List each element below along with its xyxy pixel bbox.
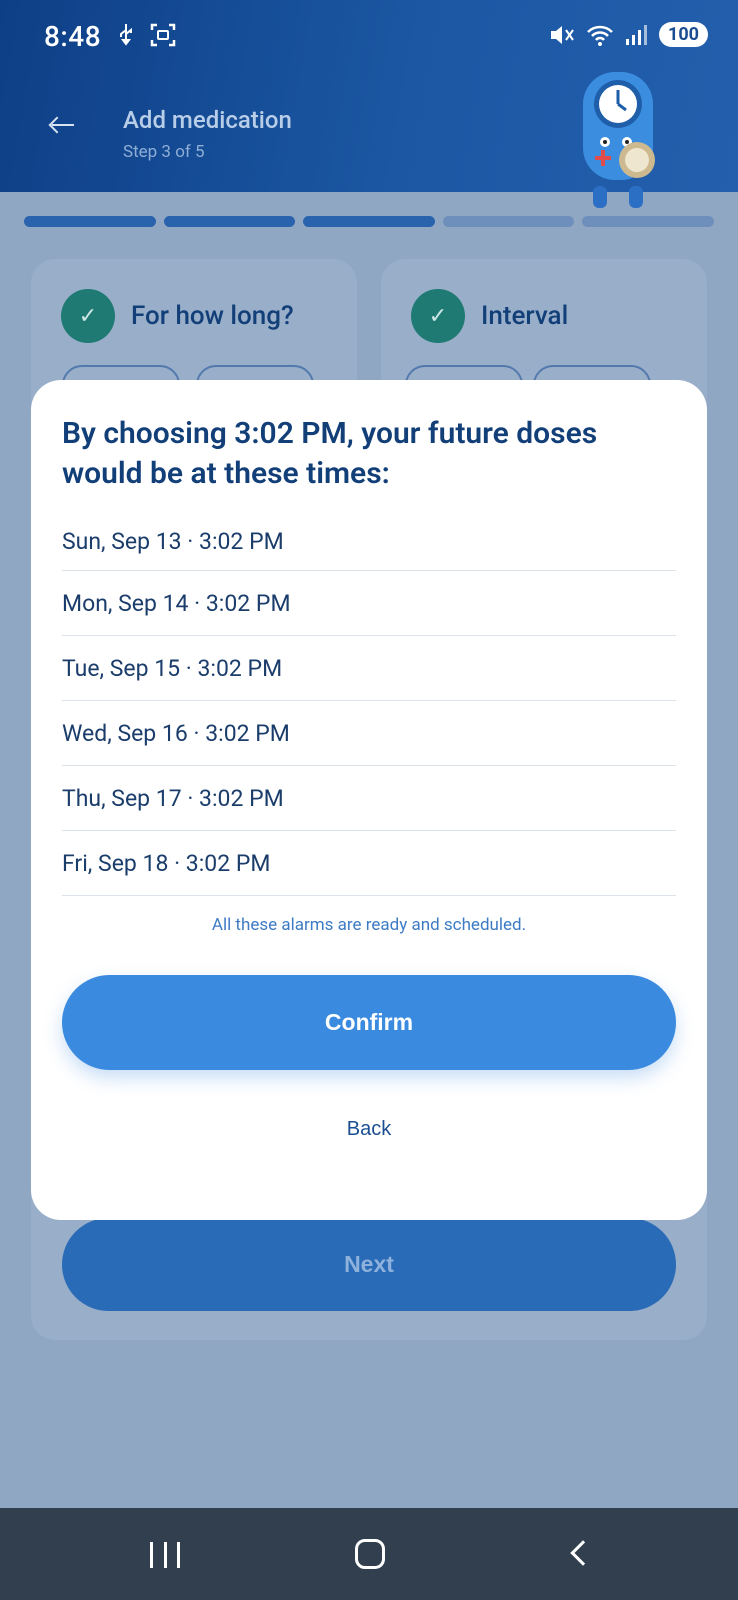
status-icons-left (116, 22, 176, 48)
dose-list-item: Fri, Sep 18 · 3:02 PM (62, 831, 676, 896)
status-time: 8:48 (44, 20, 102, 53)
confirm-button[interactable]: Confirm (62, 975, 676, 1070)
dose-list-item: Mon, Sep 14 · 3:02 PM (62, 571, 676, 636)
back-button[interactable]: Back (31, 1118, 707, 1141)
wifi-icon (587, 25, 613, 46)
progress-segment (442, 216, 575, 227)
status-icons-right: 100 (549, 22, 708, 47)
clock-mascot-icon (583, 72, 655, 208)
page-step: Step 3 of 5 (123, 142, 205, 162)
screenshot-icon (150, 23, 176, 47)
progress-segment (582, 216, 714, 227)
back-arrow-icon[interactable] (52, 124, 74, 126)
card-title: For how long? (131, 301, 294, 331)
dose-list-item: Tue, Sep 15 · 3:02 PM (62, 636, 676, 701)
home-icon[interactable] (355, 1539, 385, 1569)
card-title: Interval (481, 301, 569, 331)
usb-icon (120, 24, 132, 46)
next-button[interactable]: Next (62, 1218, 676, 1311)
system-nav-bar (0, 1508, 738, 1600)
page-title: Add medication (123, 106, 292, 134)
dose-list-item: Wed, Sep 16 · 3:02 PM (62, 701, 676, 766)
dose-list-item: Sun, Sep 13 · 3:02 PM (62, 513, 676, 571)
app-header: 8:48 100 Add medication Step 3 of 5 (0, 0, 738, 208)
dose-list: Sun, Sep 13 · 3:02 PM Mon, Sep 14 · 3:02… (62, 513, 676, 896)
progress-segment (24, 216, 156, 227)
dialog-title: By choosing 3:02 PM, your future doses w… (62, 416, 598, 491)
recent-apps-icon[interactable] (150, 1542, 180, 1568)
dose-times-dialog: By choosing 3:02 PM, your future doses w… (31, 380, 707, 1220)
system-back-icon[interactable] (570, 1540, 596, 1566)
progress-segment (303, 216, 435, 227)
signal-icon (626, 24, 648, 45)
mute-icon (551, 25, 574, 44)
battery-indicator: 100 (659, 22, 708, 47)
check-icon: ✓ (411, 289, 465, 343)
step-progress (24, 216, 714, 227)
progress-segment (163, 216, 296, 227)
alarms-note: All these alarms are ready and scheduled… (211, 915, 527, 935)
check-icon: ✓ (61, 289, 115, 343)
dose-list-item: Thu, Sep 17 · 3:02 PM (62, 766, 676, 831)
